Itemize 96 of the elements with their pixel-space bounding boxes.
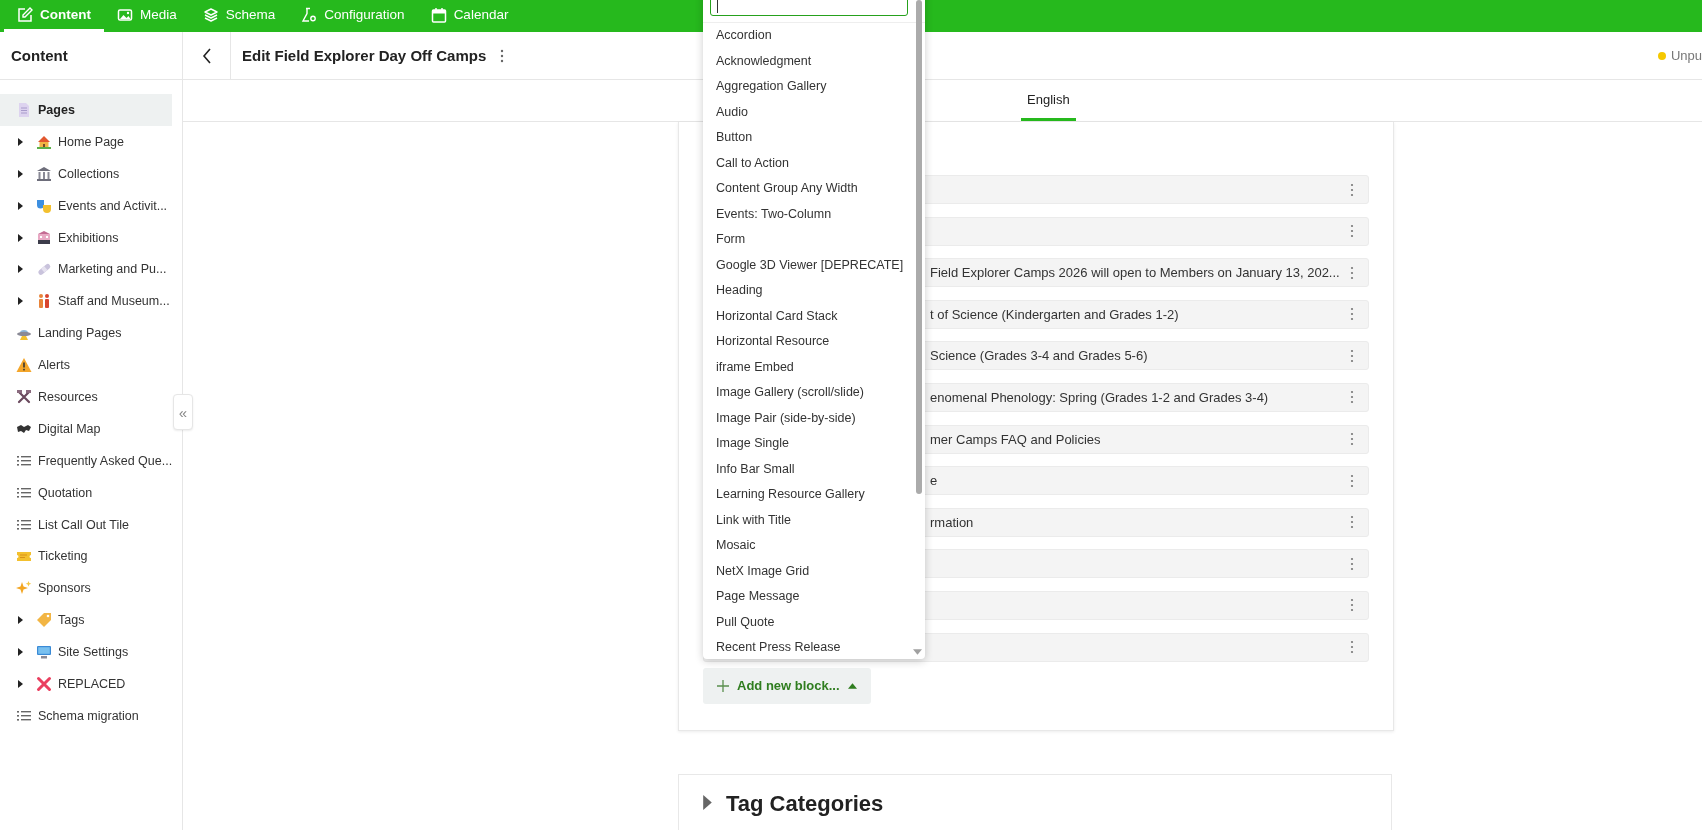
more-options-icon[interactable] [1350, 598, 1354, 613]
cross-icon [36, 675, 52, 692]
caret-icon[interactable] [16, 616, 24, 625]
image-icon [117, 6, 133, 23]
sidebar-item[interactable]: Frequently Asked Que... [0, 444, 172, 477]
caret-icon[interactable] [16, 265, 24, 274]
caret-up-icon [847, 682, 857, 689]
sidebar-item[interactable]: Resources [0, 381, 172, 413]
columns-building-icon [36, 165, 52, 182]
sidebar-item[interactable]: Tags [0, 604, 172, 637]
block-type-option[interactable]: Accordion [703, 23, 925, 49]
collapse-sidebar-button[interactable]: « [173, 394, 193, 430]
block-title: Science (Grades 3-4 and Grades 5-6) [930, 348, 1149, 364]
sidebar-title: Content [11, 47, 68, 64]
block-type-option[interactable]: Pull Quote [703, 609, 925, 635]
page-title: Edit Field Explorer Day Off Camps [242, 47, 487, 64]
block-type-option[interactable]: Link with Title [703, 507, 925, 533]
caret-icon[interactable] [16, 137, 24, 146]
block-type-option[interactable]: Acknowledgment [703, 48, 925, 74]
panel-title: Tag Categories [726, 790, 884, 817]
sidebar-item[interactable]: Staff and Museum... [0, 285, 172, 318]
sidebar-item[interactable]: Marketing and Pu... [0, 253, 172, 286]
tag-icon [36, 612, 52, 629]
status-label: Unpu [1670, 48, 1702, 63]
block-title: enomenal Phenology: Spring (Grades 1-2 and Grades 3-4) [930, 389, 1270, 405]
block-title: e [930, 473, 939, 489]
two-figures-icon [36, 293, 52, 310]
plus-icon [717, 679, 729, 692]
caret-icon[interactable] [16, 297, 24, 306]
sidebar-item[interactable]: Exhibitions [0, 221, 172, 254]
caret-icon[interactable] [16, 233, 24, 242]
document-icon [16, 101, 32, 118]
more-options-icon[interactable] [1350, 182, 1354, 197]
caret-icon[interactable] [16, 679, 24, 688]
more-options-icon[interactable] [1350, 390, 1354, 405]
block-title: t of Science (Kindergarten and Grades 1-2) [930, 306, 1180, 322]
language-tab[interactable]: English [1021, 80, 1076, 121]
sidebar-item[interactable]: Alerts [0, 349, 172, 381]
block-type-option[interactable]: Page Message [703, 584, 925, 610]
crossed-tools-icon [16, 388, 32, 405]
scrollbar[interactable] [916, 0, 922, 494]
block-type-option[interactable]: Call to Action [703, 150, 925, 176]
edit-icon [17, 6, 33, 23]
sidebar-item[interactable]: REPLACED [0, 668, 172, 700]
more-options-icon[interactable] [1350, 473, 1354, 488]
caret-icon[interactable] [16, 201, 24, 210]
block-type-option[interactable]: Aggregation Gallery [703, 74, 925, 100]
block-type-option[interactable]: Image Gallery (scroll/slide) [703, 380, 925, 406]
sidebar-item[interactable]: Home Page [0, 125, 172, 158]
block-type-option[interactable]: Audio [703, 99, 925, 125]
sidebar-item[interactable]: Site Settings [0, 636, 172, 669]
more-options-icon[interactable] [1350, 224, 1354, 239]
status-dot [1657, 51, 1666, 60]
more-options-icon[interactable] [1350, 432, 1354, 447]
sidebar-item[interactable]: Schema migration [0, 699, 172, 732]
block-type-option[interactable]: Content Group Any Width [703, 176, 925, 202]
block-type-option[interactable]: Horizontal Card Stack [703, 303, 925, 329]
more-options-icon[interactable] [1350, 515, 1354, 530]
sidebar-item[interactable]: List Call Out Tile [0, 508, 172, 541]
add-block-button[interactable]: Add new block... [703, 667, 871, 704]
monitor-icon [36, 644, 52, 661]
calendar-icon [430, 6, 447, 23]
more-options-icon[interactable] [1350, 307, 1354, 322]
back-icon [201, 47, 212, 64]
block-title: Field Explorer Camps 2026 will open to Members on January 13, 202... [930, 265, 1341, 281]
block-type-option[interactable]: Button [703, 125, 925, 151]
block-type-option[interactable]: NetX Image Grid [703, 558, 925, 584]
block-type-option[interactable]: Recent Press Release [703, 635, 925, 661]
masks-icon [36, 197, 52, 214]
block-type-option[interactable]: Image Single [703, 431, 925, 457]
flask-gear-icon [301, 6, 318, 23]
building-icon [36, 229, 52, 246]
caret-icon[interactable] [16, 648, 24, 657]
sidebar-item[interactable]: Collections [0, 157, 172, 190]
sidebar-item[interactable]: Digital Map [0, 412, 172, 445]
block-type-option[interactable]: Events: Two-Column [703, 201, 925, 227]
more-options-icon[interactable] [1350, 556, 1354, 571]
sidebar-item[interactable]: Pages [0, 94, 172, 126]
more-options-icon[interactable] [500, 48, 505, 63]
sidebar-item[interactable]: Landing Pages [0, 317, 172, 350]
block-title: rmation [930, 514, 975, 530]
sidebar-item[interactable]: Events and Activit... [0, 189, 172, 222]
more-options-icon[interactable] [1350, 265, 1354, 280]
sidebar-item[interactable]: Ticketing [0, 540, 172, 573]
warning-icon [16, 357, 32, 374]
house-icon [36, 133, 52, 150]
more-options-icon[interactable] [1350, 348, 1354, 363]
collapsible-panel[interactable]: Tag Categories [678, 773, 1392, 830]
sidebar-item[interactable]: Sponsors [0, 572, 172, 605]
sidebar-item[interactable]: Quotation [0, 476, 172, 509]
layers-icon [202, 6, 219, 23]
scroll-down-icon[interactable] [913, 649, 922, 655]
block-type-option[interactable]: Form [703, 227, 925, 253]
caret-icon[interactable] [16, 169, 24, 178]
block-title: mer Camps FAQ and Policies [930, 431, 1102, 447]
more-options-icon[interactable] [1350, 640, 1354, 655]
